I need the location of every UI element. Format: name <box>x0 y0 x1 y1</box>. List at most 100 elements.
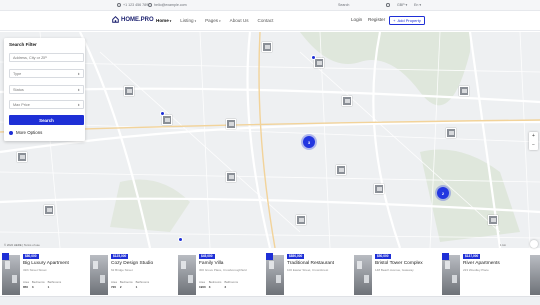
listing-card[interactable]: $850,000 Traditional Restaurant 100 East… <box>266 253 354 297</box>
map-property-marker[interactable] <box>296 215 306 225</box>
register-link[interactable]: Register <box>368 17 385 22</box>
bookmark-icon[interactable] <box>266 253 273 260</box>
listing-price: $80,000 <box>23 254 39 259</box>
map-scale: 1 km <box>500 243 507 247</box>
bookmark-icon[interactable] <box>2 253 9 260</box>
listing-name[interactable]: Traditional Restaurant <box>287 261 334 266</box>
spec-label: Bathrooms <box>224 280 238 284</box>
language-value: En <box>414 2 419 7</box>
listing-address: 148 Beach Avenue, Gateway <box>375 268 414 272</box>
map-property-marker[interactable] <box>162 115 172 125</box>
more-options-toggle[interactable]: More Options <box>9 130 42 135</box>
chevron-updown-icon: ⬍ <box>77 71 80 76</box>
nav-pages[interactable]: Pages▾ <box>205 18 221 23</box>
top-info-bar: +1 123 456 789 hello@example.com Search … <box>0 0 540 11</box>
listing-name[interactable]: Cozy Design Studio <box>111 261 153 266</box>
zoom-out-button[interactable]: − <box>529 141 538 150</box>
add-property-button[interactable]: + Add Property <box>389 16 425 25</box>
bottom-strip <box>0 296 540 305</box>
map-cluster[interactable]: 3 <box>303 136 315 148</box>
add-property-label: Add Property <box>397 18 421 23</box>
search-icon <box>386 3 390 7</box>
logo-text: HOME.PRO <box>121 16 154 23</box>
map-property-marker[interactable] <box>17 152 27 162</box>
map-property-marker[interactable] <box>488 215 498 225</box>
listing-card[interactable]: $80,000 Big Luxury Apartment 32th Street… <box>2 253 90 297</box>
listing-photo <box>442 255 460 295</box>
site-logo[interactable]: HOME.PRO <box>112 16 154 23</box>
nav-home[interactable]: Home▾ <box>156 18 171 23</box>
listing-name[interactable]: River Apartments <box>463 261 500 266</box>
map-cluster[interactable]: 2 <box>437 187 449 199</box>
map-property-marker[interactable] <box>262 42 272 52</box>
phone-contact[interactable]: +1 123 456 789 <box>117 3 148 7</box>
listing-card-partial[interactable] <box>530 253 540 297</box>
listing-card[interactable]: $125,000 Cozy Design Studio 62 Bridge St… <box>90 253 178 297</box>
currency-select[interactable]: GBP ▾ <box>397 3 407 7</box>
language-select[interactable]: En ▾ <box>414 3 421 7</box>
plus-icon: + <box>393 18 396 23</box>
top-search-input[interactable]: Search <box>338 2 390 8</box>
map-property-marker[interactable] <box>446 128 456 138</box>
spec-label: Area <box>23 280 29 284</box>
nav-listing[interactable]: Listing▾ <box>180 18 196 23</box>
spec-label: Bedrooms <box>31 280 45 284</box>
fullscreen-button[interactable] <box>530 240 538 248</box>
search-button[interactable]: Search <box>9 115 84 125</box>
spec-label: Area <box>199 280 205 284</box>
listing-specs: Area 1900 Bedrooms 3 Bathrooms 2 <box>199 280 238 289</box>
listing-name[interactable]: Bristol Tower Complex <box>375 261 423 266</box>
phone-icon <box>117 3 121 7</box>
nav-pages-label: Pages <box>205 18 219 23</box>
listing-photo <box>2 255 20 295</box>
map-property-marker[interactable] <box>459 86 469 96</box>
map-property-marker[interactable] <box>342 96 352 106</box>
map-property-marker[interactable] <box>336 165 346 175</box>
spec-label: Bathrooms <box>47 280 62 284</box>
more-options-label: More Options <box>16 130 43 135</box>
nav-listing-label: Listing <box>180 18 194 23</box>
chevron-down-icon: ▾ <box>194 19 197 23</box>
map-property-marker[interactable] <box>314 58 324 68</box>
map-location-pin[interactable] <box>311 55 316 60</box>
map-property-marker[interactable] <box>226 172 236 182</box>
zoom-in-button[interactable]: + <box>529 132 538 141</box>
email-contact[interactable]: hello@example.com <box>148 3 187 7</box>
filter-title: Search Filter <box>9 42 37 47</box>
map-property-marker[interactable] <box>44 205 54 215</box>
nav-contact[interactable]: Contact <box>258 18 274 23</box>
bookmark-icon[interactable] <box>442 253 449 260</box>
listing-card[interactable]: $45,000 Family Villa 300 Grove Place, Cr… <box>178 253 266 297</box>
listing-price: $45,000 <box>199 254 215 259</box>
spec-label: Area <box>111 280 117 284</box>
listing-name[interactable]: Big Luxury Apartment <box>23 261 69 266</box>
house-logo-icon <box>112 16 119 23</box>
spec-value: 3 <box>208 285 211 289</box>
type-select[interactable]: Type ⬍ <box>9 69 84 78</box>
listing-address: 62 Bridge Street <box>111 268 133 272</box>
nav-about[interactable]: About Us <box>230 18 249 23</box>
status-select[interactable]: Status ⬍ <box>9 85 84 94</box>
chevron-updown-icon: ⬍ <box>77 102 80 107</box>
listing-name[interactable]: Family Villa <box>199 261 223 266</box>
spec-label: Bedrooms <box>119 280 133 284</box>
listing-photo <box>266 255 284 295</box>
listing-specs: Area 850 Bedrooms 3 Bathrooms 1 <box>23 280 61 289</box>
spec-value: 2 <box>224 285 227 289</box>
max-price-label: Max Price <box>13 102 30 107</box>
map-attribution[interactable]: © 2022 HERE | Terms of use <box>4 243 40 247</box>
listing-price: $125,000 <box>111 254 129 259</box>
login-link[interactable]: Login <box>351 17 362 22</box>
map-location-pin[interactable] <box>178 237 183 242</box>
listing-card[interactable]: $50,000 Bristol Tower Complex 148 Beach … <box>354 253 442 297</box>
map-property-marker[interactable] <box>124 86 134 96</box>
max-price-select[interactable]: Max Price ⬍ <box>9 100 84 109</box>
listing-price: $137,000 <box>463 254 481 259</box>
map-property-marker[interactable] <box>374 184 384 194</box>
address-input[interactable]: Address, City or ZIP <box>9 53 84 62</box>
map-property-marker[interactable] <box>226 119 236 129</box>
top-search-placeholder: Search <box>338 3 350 7</box>
listing-card[interactable]: $137,000 River Apartments 223 Woodley Pl… <box>442 253 530 297</box>
chevron-down-icon: ▾ <box>219 19 221 23</box>
map-location-pin[interactable] <box>160 111 165 116</box>
